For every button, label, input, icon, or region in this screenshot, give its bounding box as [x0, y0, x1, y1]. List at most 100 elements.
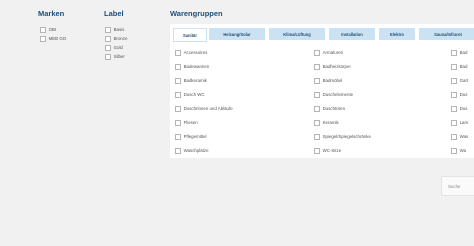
- tab-heizung-solar[interactable]: Heizung/Solar: [209, 28, 265, 40]
- category-label: Dus: [459, 106, 468, 112]
- category-item[interactable]: Pflegemittel: [175, 134, 207, 140]
- checkbox[interactable]: [40, 27, 46, 33]
- category-label: Bad: [459, 64, 468, 70]
- checkbox[interactable]: [451, 148, 457, 154]
- checkbox[interactable]: [105, 45, 111, 51]
- checkbox[interactable]: [175, 134, 181, 140]
- checkbox[interactable]: [175, 50, 181, 56]
- category-label: Was: [459, 134, 469, 140]
- category-label: Lam: [459, 120, 469, 126]
- checkbox[interactable]: [451, 106, 457, 112]
- label-option-basis[interactable]: Basis: [105, 27, 124, 33]
- checkbox[interactable]: [451, 78, 457, 84]
- category-label: Duschtüren: [322, 106, 346, 112]
- warengruppen-heading: Warengruppen: [170, 9, 223, 18]
- category-item[interactable]: Dus: [451, 106, 467, 112]
- category-item[interactable]: Badewannen: [175, 64, 209, 70]
- category-label: Gart: [459, 78, 469, 84]
- marken-option-meb-go[interactable]: MEB GO: [40, 36, 66, 42]
- category-label: Fliesen: [183, 120, 198, 126]
- category-item[interactable]: Spiegel/Spiegelschränke: [314, 134, 371, 140]
- category-item[interactable]: Bad: [451, 50, 467, 56]
- category-item[interactable]: Badkeramik: [175, 78, 207, 84]
- category-item[interactable]: Duschtüren: [314, 106, 345, 112]
- checkbox[interactable]: [314, 78, 320, 84]
- category-item[interactable]: Badheizkörper: [314, 64, 351, 70]
- checkbox[interactable]: [314, 92, 320, 98]
- category-label: Badheizkörper: [322, 64, 351, 70]
- checkbox[interactable]: [314, 120, 320, 126]
- category-label: WC-Sitze: [322, 148, 342, 154]
- category-label: Spiegel/Spiegelschränke: [322, 134, 371, 140]
- checkbox[interactable]: [451, 120, 457, 126]
- checkbox[interactable]: [451, 134, 457, 140]
- label-option-gold[interactable]: Gold: [105, 45, 123, 51]
- checkbox[interactable]: [175, 92, 181, 98]
- category-item[interactable]: Wa: [451, 148, 466, 154]
- marken-option-obi[interactable]: OBI: [40, 27, 56, 33]
- category-item[interactable]: Bad: [451, 64, 467, 70]
- category-label: Accessoires: [183, 50, 208, 56]
- category-item[interactable]: Lam: [451, 120, 468, 126]
- checkbox[interactable]: [105, 36, 111, 42]
- category-label: Waschplätze: [183, 148, 209, 154]
- label-heading: Label: [104, 9, 124, 18]
- category-label: Duschrinnen und Abläufe: [183, 106, 233, 112]
- category-label: Duschelemente: [322, 92, 354, 98]
- checkbox[interactable]: [175, 78, 181, 84]
- label-option-label: Silber: [113, 54, 125, 60]
- checkbox[interactable]: [314, 50, 320, 56]
- category-item[interactable]: Was: [451, 134, 468, 140]
- category-item[interactable]: Dus: [451, 92, 467, 98]
- checkbox[interactable]: [105, 54, 111, 60]
- category-item[interactable]: WC-Sitze: [314, 148, 341, 154]
- category-item[interactable]: Duschrinnen und Abläufe: [175, 106, 233, 112]
- tab-elektro[interactable]: Elektro: [379, 28, 415, 40]
- category-label: Badewannen: [183, 64, 210, 70]
- category-item[interactable]: Keramik: [314, 120, 339, 126]
- checkbox[interactable]: [175, 148, 181, 154]
- category-label: Keramik: [322, 120, 339, 126]
- category-label: Badmöbel: [322, 78, 343, 84]
- checkbox[interactable]: [40, 36, 46, 42]
- checkbox[interactable]: [451, 50, 457, 56]
- checkbox[interactable]: [451, 64, 457, 70]
- search-button[interactable]: Suche: [441, 176, 474, 196]
- checkbox[interactable]: [314, 134, 320, 140]
- category-item[interactable]: Gart: [451, 78, 468, 84]
- category-item[interactable]: Fliesen: [175, 120, 198, 126]
- checkbox[interactable]: [314, 64, 320, 70]
- category-item[interactable]: Badmöbel: [314, 78, 342, 84]
- category-label: Badkeramik: [183, 78, 207, 84]
- checkbox[interactable]: [175, 64, 181, 70]
- tab-klima-lueftung[interactable]: Klima/Lüftung: [269, 28, 325, 40]
- checkbox[interactable]: [175, 106, 181, 112]
- checkbox[interactable]: [314, 148, 320, 154]
- category-item[interactable]: Dusch WC: [175, 92, 205, 98]
- warengruppen-panel: Sanitär Heizung/Solar Klima/Lüftung Inst…: [170, 24, 474, 158]
- tab-sauna-infrarot[interactable]: Sauna/Infrarot: [419, 28, 474, 40]
- label-option-label: Basis: [113, 27, 125, 33]
- category-label: Dus: [459, 92, 468, 98]
- category-item[interactable]: Duschelemente: [314, 92, 353, 98]
- checkbox[interactable]: [175, 120, 181, 126]
- tab-sanitaer[interactable]: Sanitär: [173, 28, 207, 42]
- category-item[interactable]: Waschplätze: [175, 148, 209, 154]
- checkbox[interactable]: [451, 92, 457, 98]
- category-item[interactable]: Accessoires: [175, 50, 207, 56]
- label-option-bronze[interactable]: Bronze: [105, 36, 128, 42]
- label-option-label: Bronze: [113, 36, 128, 42]
- label-option-silber[interactable]: Silber: [105, 54, 125, 60]
- category-label: Armaturen: [322, 50, 344, 56]
- checkbox[interactable]: [105, 27, 111, 33]
- category-label: Bad: [459, 50, 468, 56]
- tab-installation[interactable]: Installation: [329, 28, 375, 40]
- marken-heading: Marken: [38, 9, 65, 18]
- category-label: Dusch WC: [183, 92, 205, 98]
- marken-option-label: MEB GO: [48, 36, 67, 42]
- checkbox[interactable]: [314, 106, 320, 112]
- category-item[interactable]: Armaturen: [314, 50, 343, 56]
- marken-option-label: OBI: [48, 27, 57, 33]
- category-label: Wa: [459, 148, 467, 154]
- category-label: Pflegemittel: [183, 134, 207, 140]
